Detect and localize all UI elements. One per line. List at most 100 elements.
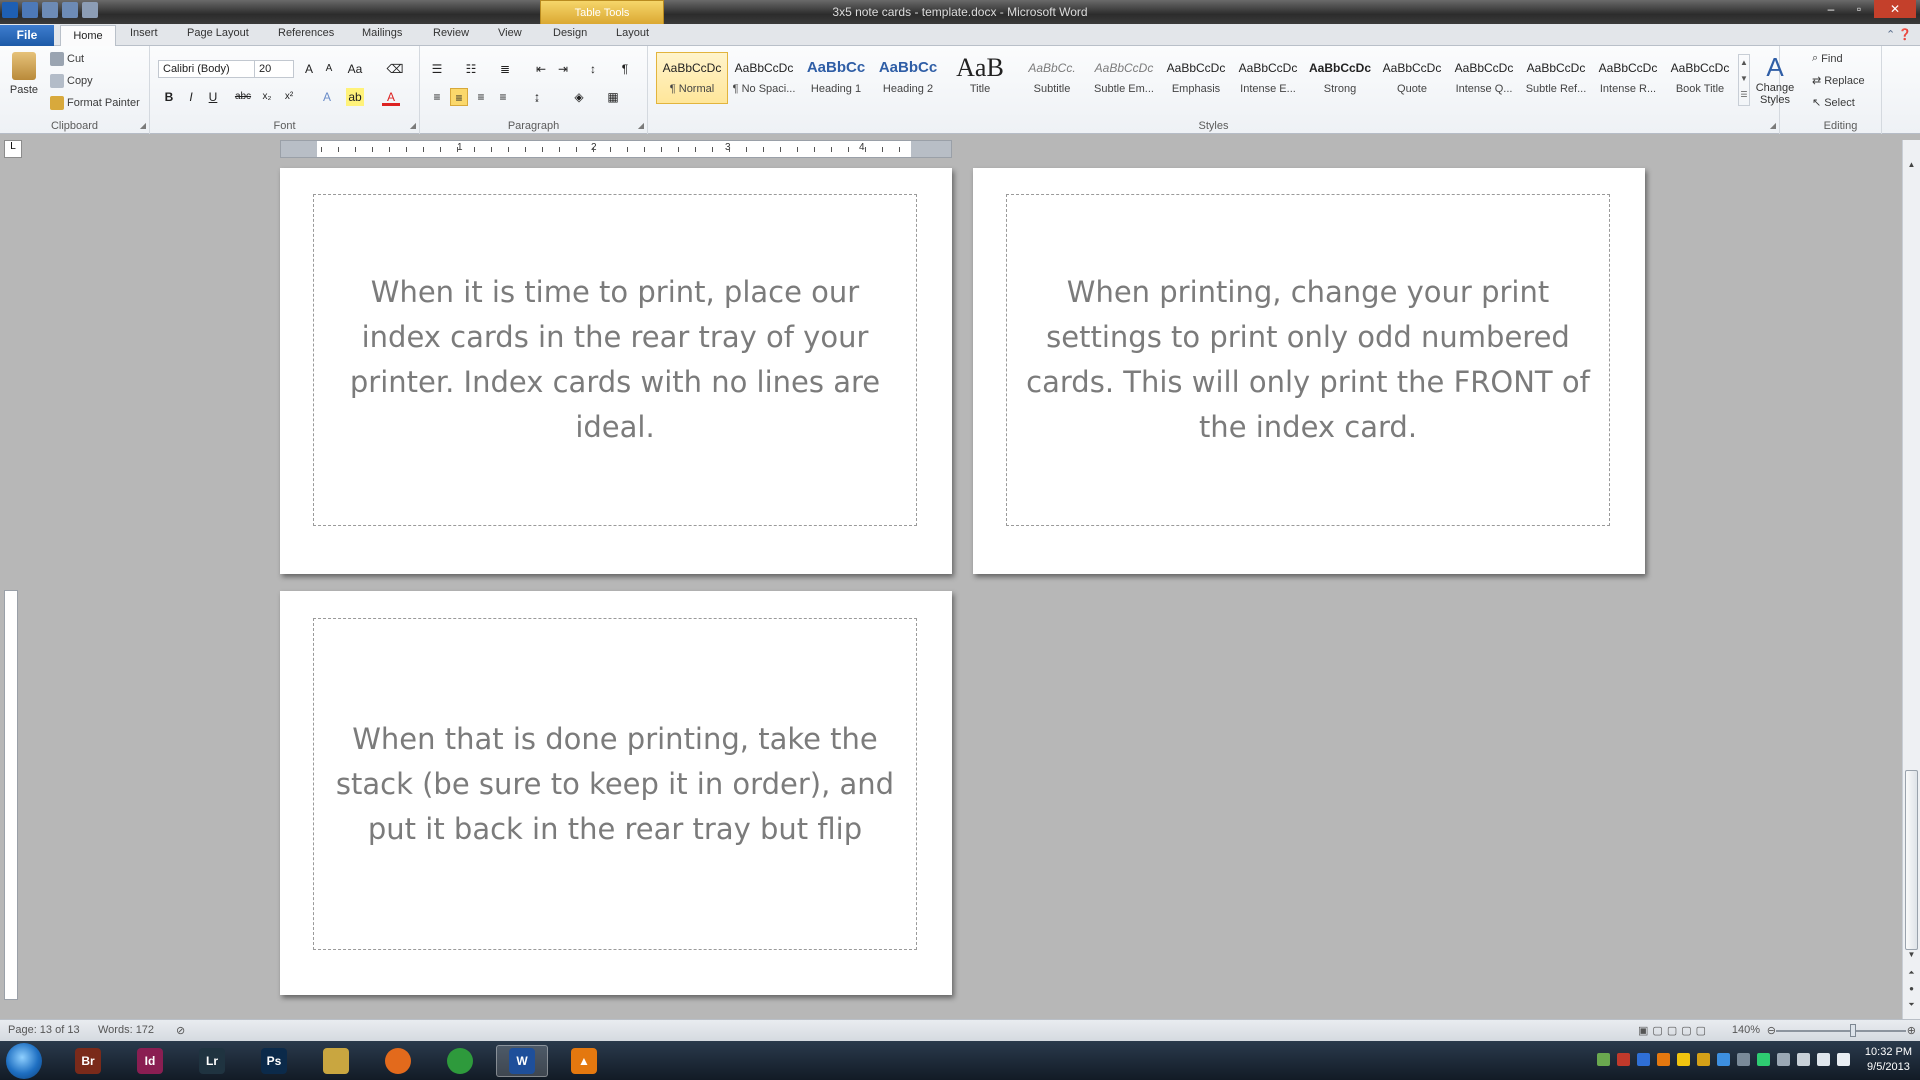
style-gallery-item[interactable]: AaBbCcDc Subtle Ref... (1520, 52, 1592, 104)
style-gallery-item[interactable]: AaBbCcDc Intense R... (1592, 52, 1664, 104)
select-button[interactable]: ↖ Select (1812, 96, 1855, 110)
tab-page-layout[interactable]: Page Layout (187, 27, 249, 39)
tab-file[interactable]: File (0, 25, 54, 46)
align-right-icon[interactable]: ≡ (472, 88, 490, 106)
align-center-icon[interactable]: ≡ (450, 88, 468, 106)
zoom-in-icon[interactable]: ⊕ (1907, 1024, 1916, 1037)
network-icon[interactable] (1777, 1053, 1790, 1066)
italic-button[interactable]: I (182, 88, 200, 106)
vertical-scrollbar[interactable]: ▲ ▼ ⏶ ● ⏷ (1902, 140, 1920, 1020)
style-gallery-item[interactable]: AaBbCcDc Subtle Em... (1088, 52, 1160, 104)
proofing-icon[interactable]: ⊘ (176, 1024, 185, 1037)
shrink-font-icon[interactable]: A (320, 60, 338, 78)
replace-button[interactable]: ⇄ Replace (1812, 74, 1865, 88)
page-count[interactable]: Page: 13 of 13 (8, 1024, 80, 1036)
style-gallery-item[interactable]: AaBbCcDc Intense Q... (1448, 52, 1520, 104)
tray-icon[interactable] (1597, 1053, 1610, 1066)
borders-icon[interactable]: ▦ (604, 88, 622, 106)
shading-icon[interactable]: ◈ (570, 88, 588, 106)
vlc-tray-icon[interactable] (1657, 1053, 1670, 1066)
style-gallery-item[interactable]: AaBbCcDc Intense E... (1232, 52, 1304, 104)
scroll-thumb[interactable] (1905, 770, 1918, 950)
decrease-indent-icon[interactable]: ⇤ (532, 60, 550, 78)
tray-icon[interactable] (1617, 1053, 1630, 1066)
bluetooth-icon[interactable] (1637, 1053, 1650, 1066)
vertical-ruler[interactable] (4, 590, 18, 1000)
system-clock[interactable]: 10:32 PM 9/5/2013 (1865, 1045, 1912, 1075)
tray-icon[interactable] (1697, 1053, 1710, 1066)
style-gallery-item[interactable]: AaBbCcDc Emphasis (1160, 52, 1232, 104)
zoom-slider[interactable] (1776, 1030, 1906, 1032)
style-gallery-item[interactable]: AaBbCc Heading 1 (800, 52, 872, 104)
copy-button[interactable]: Copy (50, 74, 93, 88)
index-card-cell[interactable]: When printing, change your print setting… (1006, 194, 1610, 526)
dialog-launcher-icon[interactable]: ◢ (1770, 121, 1776, 130)
taskbar-app[interactable] (372, 1045, 424, 1077)
tab-home[interactable]: Home (60, 25, 116, 47)
tab-design[interactable]: Design (553, 27, 587, 39)
taskbar-app[interactable] (434, 1045, 486, 1077)
taskbar-app[interactable]: W (496, 1045, 548, 1077)
highlight-icon[interactable]: ab (346, 88, 364, 106)
zoom-level[interactable]: 140% (1732, 1024, 1760, 1036)
strikethrough-icon[interactable]: abc (234, 88, 252, 106)
styles-scroll-icon[interactable]: ▲ ▼ ☰ (1738, 54, 1750, 106)
tray-icon[interactable] (1737, 1053, 1750, 1066)
zoom-out-icon[interactable]: ⊖ (1767, 1024, 1776, 1037)
increase-indent-icon[interactable]: ⇥ (554, 60, 572, 78)
bold-button[interactable]: B (160, 88, 178, 106)
previous-page-icon[interactable]: ⏶ (1903, 968, 1920, 982)
maximize-button[interactable]: ▫ (1846, 0, 1872, 18)
taskbar-app[interactable]: Ps (248, 1045, 300, 1077)
volume-icon[interactable] (1837, 1053, 1850, 1066)
justify-icon[interactable]: ≡ (494, 88, 512, 106)
index-card-cell[interactable]: When it is time to print, place our inde… (313, 194, 917, 526)
format-painter-button[interactable]: Format Painter (50, 96, 140, 110)
taskbar-app[interactable] (310, 1045, 362, 1077)
action-center-icon[interactable] (1797, 1053, 1810, 1066)
change-styles-button[interactable]: A Change Styles (1752, 52, 1798, 106)
underline-button[interactable]: U (204, 88, 222, 106)
dialog-launcher-icon[interactable]: ◢ (638, 121, 644, 130)
tab-mailings[interactable]: Mailings (362, 27, 402, 39)
zoom-slider-knob[interactable] (1850, 1024, 1856, 1037)
scroll-down-icon[interactable]: ▼ (1903, 950, 1920, 964)
style-gallery-item[interactable]: AaBbCcDc Strong (1304, 52, 1376, 104)
bullets-icon[interactable]: ☰ (428, 60, 446, 78)
font-color-icon[interactable]: A (382, 88, 400, 106)
cut-button[interactable]: Cut (50, 52, 84, 66)
dropbox-icon[interactable] (1717, 1053, 1730, 1066)
index-card-cell[interactable]: When that is done printing, take the sta… (313, 618, 917, 950)
view-buttons-icon[interactable]: ▣▢▢▢▢ (1638, 1024, 1710, 1037)
clear-formatting-icon[interactable]: ⌫ (386, 60, 404, 78)
sort-icon[interactable]: ↕ (584, 60, 602, 78)
taskbar-app[interactable]: Br (62, 1045, 114, 1077)
change-case-icon[interactable]: Aa (346, 60, 364, 78)
style-gallery-item[interactable]: AaB Title (944, 52, 1016, 104)
word-count[interactable]: Words: 172 (98, 1024, 154, 1036)
horizontal-ruler[interactable]: 1 2 3 4 (280, 140, 952, 158)
tab-view[interactable]: View (498, 27, 522, 39)
text-effects-icon[interactable]: A (318, 88, 336, 106)
tab-selector[interactable]: L (4, 140, 22, 158)
battery-icon[interactable] (1757, 1053, 1770, 1066)
taskbar-app[interactable]: Id (124, 1045, 176, 1077)
start-button[interactable] (6, 1043, 42, 1079)
show-formatting-icon[interactable]: ¶ (616, 60, 634, 78)
dialog-launcher-icon[interactable]: ◢ (410, 121, 416, 130)
paste-button[interactable]: Paste (8, 52, 40, 96)
close-button[interactable]: ✕ (1874, 0, 1916, 18)
signal-icon[interactable] (1817, 1053, 1830, 1066)
numbering-icon[interactable]: ☷ (462, 60, 480, 78)
subscript-icon[interactable]: x₂ (258, 88, 276, 106)
style-gallery-item[interactable]: AaBbCcDc ¶ No Spaci... (728, 52, 800, 104)
next-page-icon[interactable]: ⏷ (1903, 1000, 1920, 1014)
style-gallery-item[interactable]: AaBbCc. Subtitle (1016, 52, 1088, 104)
style-gallery-item[interactable]: AaBbCcDc Quote (1376, 52, 1448, 104)
line-spacing-icon[interactable]: ↨ (528, 88, 546, 106)
font-size-dropdown[interactable]: 20 (254, 60, 294, 78)
dialog-launcher-icon[interactable]: ◢ (140, 121, 146, 130)
select-browse-object-icon[interactable]: ● (1903, 984, 1920, 998)
align-left-icon[interactable]: ≡ (428, 88, 446, 106)
scroll-up-icon[interactable]: ▲ (1903, 160, 1920, 174)
